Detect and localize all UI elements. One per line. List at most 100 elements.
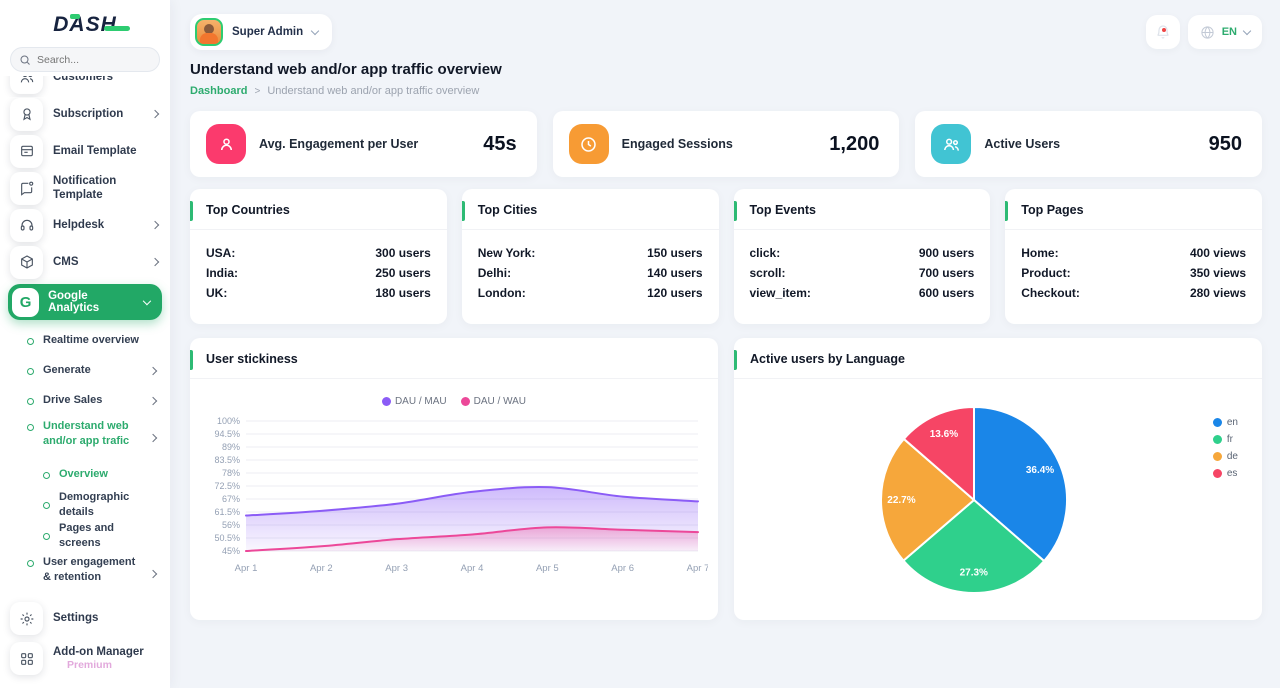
sidebar-item-cms[interactable]: CMS bbox=[0, 245, 170, 279]
user-stickiness-card: User stickiness DAU / MAU DAU / WAU 45%5… bbox=[190, 338, 718, 620]
page-title: Understand web and/or app traffic overvi… bbox=[190, 61, 1262, 78]
legend-dot-es bbox=[1213, 469, 1222, 478]
bell-icon bbox=[1155, 24, 1171, 40]
user-menu[interactable]: Super Admin bbox=[190, 14, 332, 50]
app-logo[interactable]: DASH bbox=[0, 0, 170, 37]
grid-icon bbox=[10, 642, 43, 675]
svg-text:27.3%: 27.3% bbox=[960, 568, 988, 579]
table-row: London:120 users bbox=[478, 286, 703, 300]
legend-label: es bbox=[1227, 468, 1238, 479]
table-row: Product:350 views bbox=[1021, 266, 1246, 280]
svg-text:22.7%: 22.7% bbox=[887, 495, 915, 506]
legend-dot-dau-wau bbox=[461, 397, 470, 406]
pie-chart-legend: en fr de es bbox=[1213, 417, 1238, 479]
stat-label: Avg. Engagement per User bbox=[259, 137, 418, 151]
sidebar-item-google-analytics[interactable]: G Google Analytics bbox=[8, 284, 162, 320]
sidebar-item-pages-and-screens[interactable]: Pages and screens bbox=[0, 521, 170, 552]
top-cities-card: Top Cities New York:150 users Delhi:140 … bbox=[462, 189, 719, 324]
sidebar-item-label: Realtime overview bbox=[43, 333, 139, 348]
breadcrumb-dashboard-link[interactable]: Dashboard bbox=[190, 85, 247, 97]
chevron-down-icon bbox=[1243, 27, 1251, 35]
row-label: click: bbox=[750, 246, 781, 260]
svg-text:Apr 5: Apr 5 bbox=[536, 563, 559, 574]
sidebar-item-demographic-details[interactable]: Demographic details bbox=[0, 490, 170, 521]
table-row: click:900 users bbox=[750, 246, 975, 260]
row-value: 350 views bbox=[1190, 266, 1246, 280]
language-code: EN bbox=[1222, 26, 1237, 38]
sidebar-item-understand-web-traffic[interactable]: Understand web and/or app trafic bbox=[0, 416, 170, 460]
svg-text:61.5%: 61.5% bbox=[214, 507, 240, 517]
table-row: scroll:700 users bbox=[750, 266, 975, 280]
svg-text:13.6%: 13.6% bbox=[930, 429, 958, 440]
sidebar-item-addon-manager[interactable]: Add-on Manager Premium bbox=[0, 639, 170, 679]
svg-text:Apr 3: Apr 3 bbox=[385, 563, 408, 574]
sidebar-item-label: Generate bbox=[43, 363, 91, 378]
stat-label: Engaged Sessions bbox=[622, 137, 733, 151]
svg-text:36.4%: 36.4% bbox=[1026, 465, 1054, 476]
search-input[interactable] bbox=[10, 47, 160, 72]
user-icon bbox=[206, 124, 246, 164]
svg-text:56%: 56% bbox=[222, 520, 240, 530]
svg-text:Apr 1: Apr 1 bbox=[235, 563, 258, 574]
chevron-down-icon bbox=[311, 27, 319, 35]
sidebar-item-label: Pages and screens bbox=[59, 521, 156, 552]
stat-value: 950 bbox=[1209, 133, 1242, 156]
sidebar-item-email-template[interactable]: Email Template bbox=[0, 134, 170, 168]
row-label: London: bbox=[478, 286, 526, 300]
sidebar-item-notification-template[interactable]: Notification Template bbox=[0, 171, 170, 205]
headset-icon bbox=[10, 209, 43, 242]
sidebar-item-settings[interactable]: Settings bbox=[0, 602, 170, 636]
row-label: view_item: bbox=[750, 286, 811, 300]
sidebar-item-drive-sales[interactable]: Drive Sales bbox=[0, 386, 170, 416]
top-pages-card: Top Pages Home:400 views Product:350 vie… bbox=[1005, 189, 1262, 324]
sidebar-item-customers[interactable]: Customers bbox=[0, 76, 170, 94]
svg-text:100%: 100% bbox=[217, 416, 240, 426]
sidebar-item-label: Customers bbox=[53, 76, 113, 84]
sidebar-item-label: Demographic details bbox=[59, 490, 156, 521]
top-events-card: Top Events click:900 users scroll:700 us… bbox=[734, 189, 991, 324]
legend-label: de bbox=[1227, 451, 1238, 462]
row-value: 250 users bbox=[375, 266, 430, 280]
language-selector[interactable]: EN bbox=[1188, 15, 1262, 49]
row-label: USA: bbox=[206, 246, 235, 260]
sidebar-nav: Customers Subscription Email Template No… bbox=[0, 76, 170, 688]
stat-value: 1,200 bbox=[829, 133, 879, 156]
bullet-icon bbox=[43, 533, 50, 540]
stat-card-active-users: Active Users 950 bbox=[915, 111, 1262, 177]
sidebar-item-user-engagement[interactable]: User engagement & retention bbox=[0, 552, 170, 596]
card-title: Active users by Language bbox=[734, 338, 1262, 379]
cube-icon bbox=[10, 246, 43, 279]
sidebar-item-overview[interactable]: Overview bbox=[0, 460, 170, 490]
search-icon bbox=[19, 53, 31, 71]
notifications-button[interactable] bbox=[1146, 15, 1180, 49]
row-label: scroll: bbox=[750, 266, 786, 280]
svg-text:45%: 45% bbox=[222, 546, 240, 556]
row-value: 280 views bbox=[1190, 286, 1246, 300]
legend-label: DAU / MAU bbox=[395, 396, 447, 407]
table-row: USA: 300 users bbox=[206, 246, 431, 260]
sidebar-item-generate[interactable]: Generate bbox=[0, 356, 170, 386]
email-template-icon bbox=[10, 135, 43, 168]
user-stickiness-chart: 45%50.5%56%61.5%67%72.5%78%83.5%89%94.5%… bbox=[200, 411, 708, 583]
table-row: Checkout:280 views bbox=[1021, 286, 1246, 300]
table-row: UK:180 users bbox=[206, 286, 431, 300]
row-value: 180 users bbox=[375, 286, 430, 300]
top-countries-card: Top Countries USA:300 users India:250 us… bbox=[190, 189, 447, 324]
row-label: Home: bbox=[1021, 246, 1058, 260]
bullet-icon bbox=[43, 472, 50, 479]
notification-template-icon bbox=[10, 172, 43, 205]
legend-label: DAU / WAU bbox=[474, 396, 526, 407]
legend-label: fr bbox=[1227, 434, 1233, 445]
svg-text:Apr 2: Apr 2 bbox=[310, 563, 333, 574]
chevron-down-icon bbox=[143, 296, 151, 304]
sidebar-item-realtime-overview[interactable]: Realtime overview bbox=[0, 326, 170, 356]
row-value: 300 users bbox=[375, 246, 430, 260]
bullet-icon bbox=[27, 398, 34, 405]
sidebar-item-helpdesk[interactable]: Helpdesk bbox=[0, 208, 170, 242]
sidebar-item-label: Google Analytics bbox=[48, 290, 135, 314]
svg-text:72.5%: 72.5% bbox=[214, 481, 240, 491]
sidebar-item-subscription[interactable]: Subscription bbox=[0, 97, 170, 131]
stat-value: 45s bbox=[483, 133, 516, 156]
legend-label: en bbox=[1227, 417, 1238, 428]
sidebar: DASH Customers Subscription bbox=[0, 0, 170, 688]
